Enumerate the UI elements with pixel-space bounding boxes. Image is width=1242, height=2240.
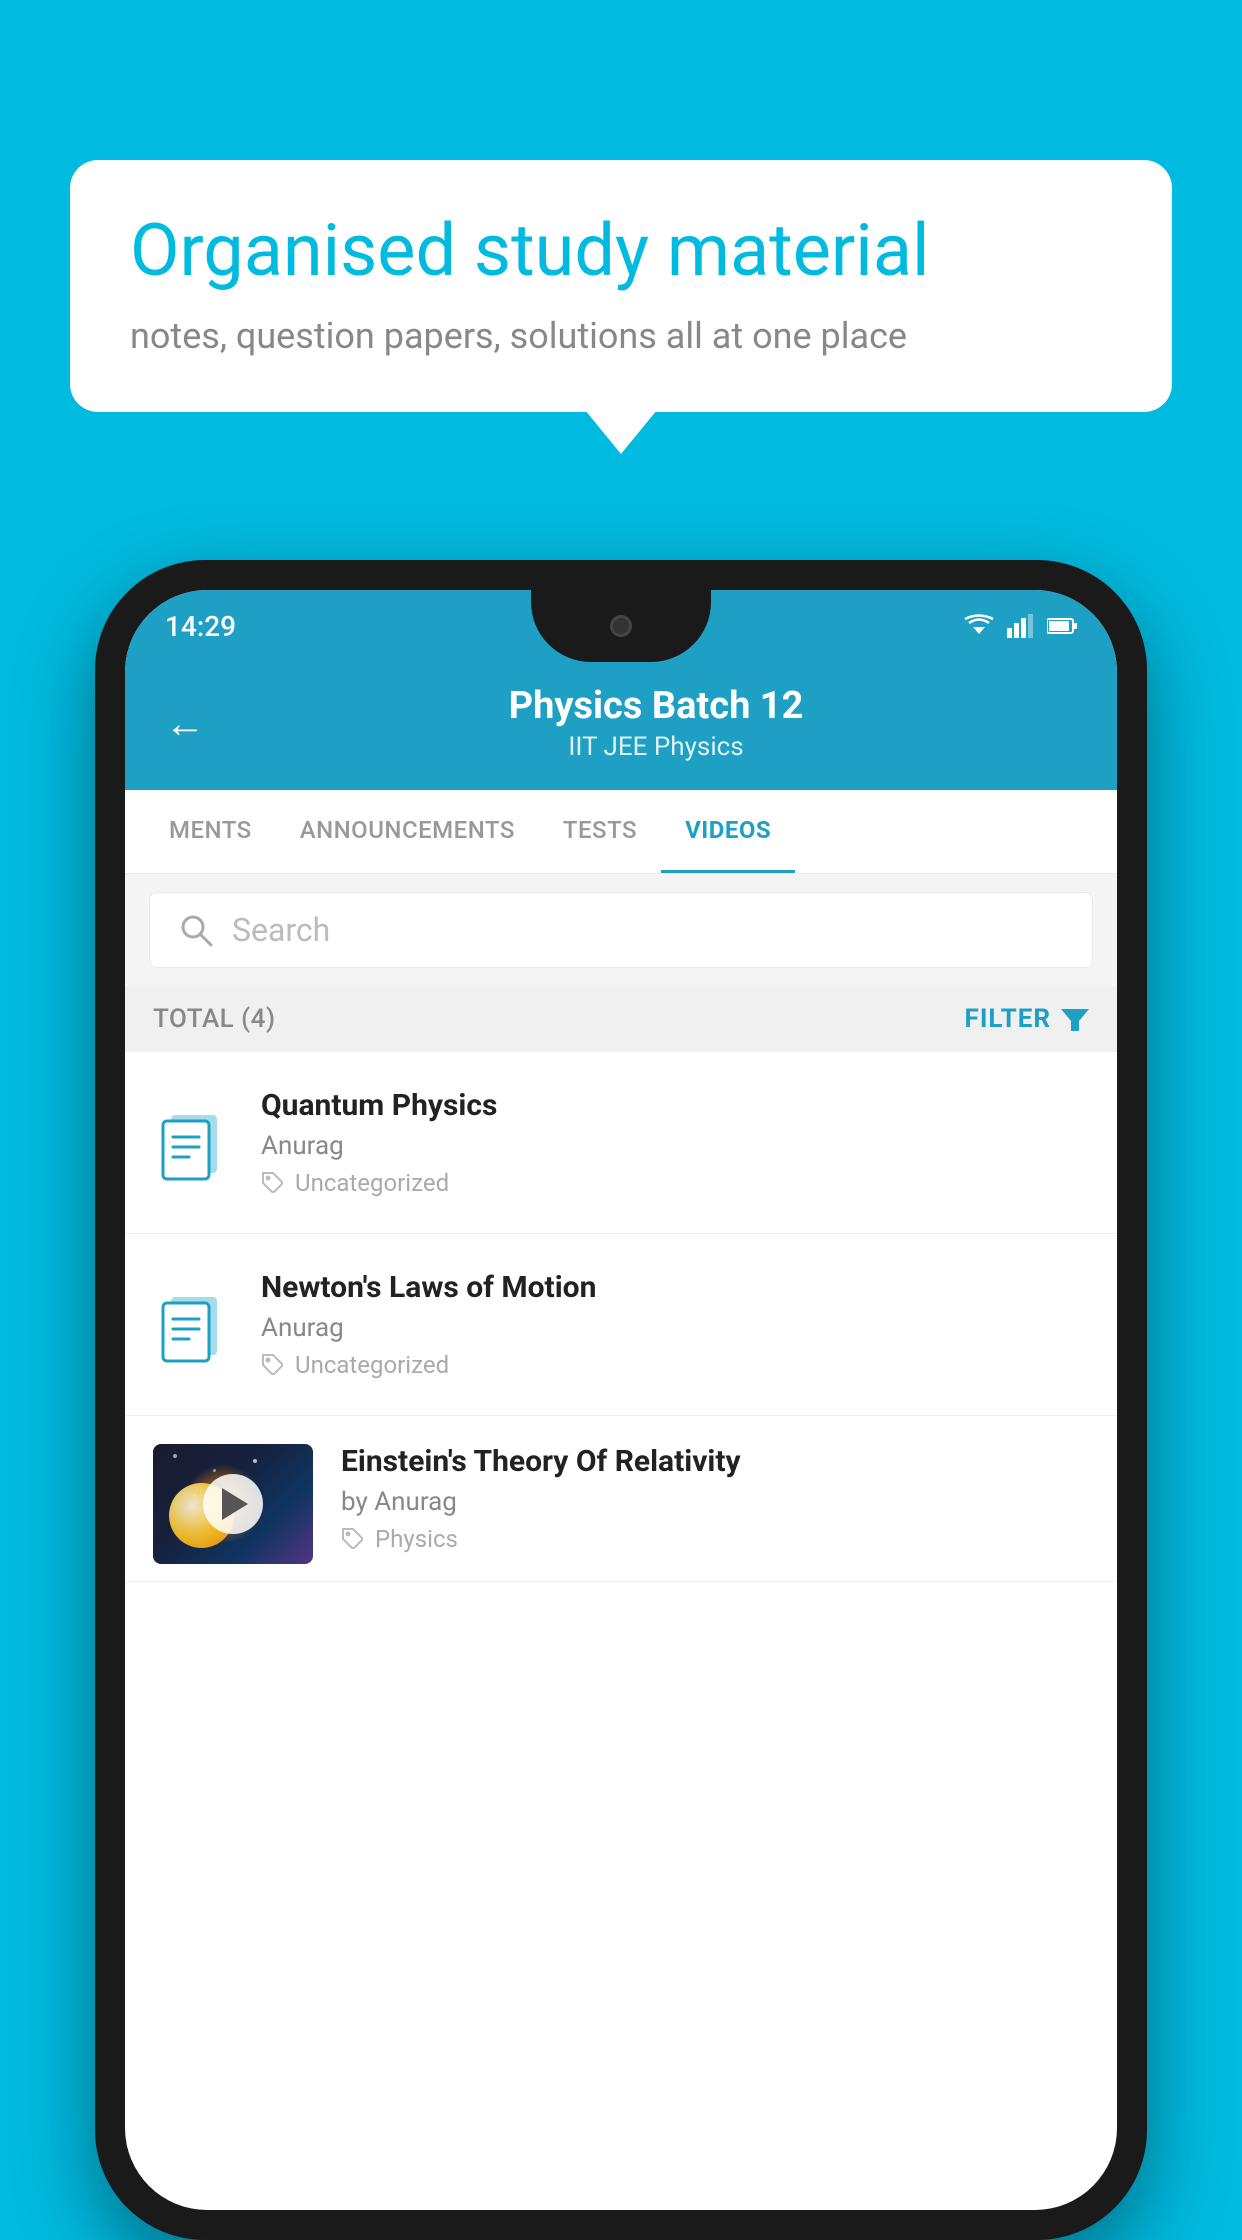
speech-bubble: Organised study material notes, question… [70,160,1172,412]
tag-icon [261,1353,285,1377]
thumbnail-bg [153,1444,313,1564]
video-tag: Physics [341,1525,1089,1553]
app-header: ← Physics Batch 12 IIT JEE Physics [125,662,1117,790]
video-list: Quantum Physics Anurag Uncategorized [125,1052,1117,1582]
tag-label: Uncategorized [295,1351,449,1379]
file-icon [153,1285,233,1365]
phone-frame: 14:29 [95,560,1147,2240]
video-author: Anurag [261,1131,1089,1161]
list-item[interactable]: Newton's Laws of Motion Anurag Uncategor… [125,1234,1117,1416]
play-button[interactable] [203,1474,263,1534]
video-author: by Anurag [341,1487,1089,1517]
total-count: TOTAL (4) [153,1004,276,1034]
video-tag: Uncategorized [261,1169,1089,1197]
phone-screen: 14:29 [125,590,1117,2210]
status-icons [963,614,1077,638]
notch [531,590,711,662]
battery-icon [1047,616,1077,636]
video-item-info: Quantum Physics Anurag Uncategorized [261,1088,1089,1197]
video-title: Einstein's Theory Of Relativity [341,1444,1089,1479]
tab-announcements[interactable]: ANNOUNCEMENTS [276,790,539,873]
camera-dot [610,615,632,637]
search-icon [178,912,214,948]
video-author: Anurag [261,1313,1089,1343]
signal-icon [1007,614,1035,638]
filter-label: FILTER [965,1004,1051,1034]
filter-bar: TOTAL (4) FILTER [125,986,1117,1052]
header-title-block: Physics Batch 12 IIT JEE Physics [235,684,1077,762]
header-sub: IIT JEE Physics [235,732,1077,762]
video-item-info: Newton's Laws of Motion Anurag Uncategor… [261,1270,1089,1379]
filter-icon [1061,1005,1089,1033]
search-input-placeholder: Search [232,911,330,949]
tag-label: Uncategorized [295,1169,449,1197]
header-main-title: Physics Batch 12 [235,684,1077,728]
tab-videos[interactable]: VIDEOS [661,790,795,873]
status-bar: 14:29 [125,590,1117,662]
video-item-info: Einstein's Theory Of Relativity by Anura… [341,1444,1089,1581]
tag-label: Physics [375,1525,458,1553]
list-item[interactable]: Einstein's Theory Of Relativity by Anura… [125,1416,1117,1582]
speech-bubble-title: Organised study material [130,210,1112,293]
file-icon [153,1103,233,1183]
tab-ments[interactable]: MENTS [145,790,276,873]
tag-icon [341,1527,365,1551]
tag-icon [261,1171,285,1195]
back-button[interactable]: ← [165,700,205,747]
tab-bar: MENTS ANNOUNCEMENTS TESTS VIDEOS [125,790,1117,874]
status-time: 14:29 [165,610,236,643]
play-triangle [222,1488,248,1520]
video-title: Quantum Physics [261,1088,1089,1123]
tab-tests[interactable]: TESTS [539,790,661,873]
wifi-icon [963,614,995,638]
video-thumbnail [153,1444,313,1564]
search-bar-wrapper: Search [125,874,1117,986]
search-bar[interactable]: Search [149,892,1093,968]
speech-bubble-container: Organised study material notes, question… [70,160,1172,412]
video-tag: Uncategorized [261,1351,1089,1379]
speech-bubble-subtitle: notes, question papers, solutions all at… [130,315,1112,357]
video-title: Newton's Laws of Motion [261,1270,1089,1305]
filter-button[interactable]: FILTER [965,1004,1089,1034]
list-item[interactable]: Quantum Physics Anurag Uncategorized [125,1052,1117,1234]
